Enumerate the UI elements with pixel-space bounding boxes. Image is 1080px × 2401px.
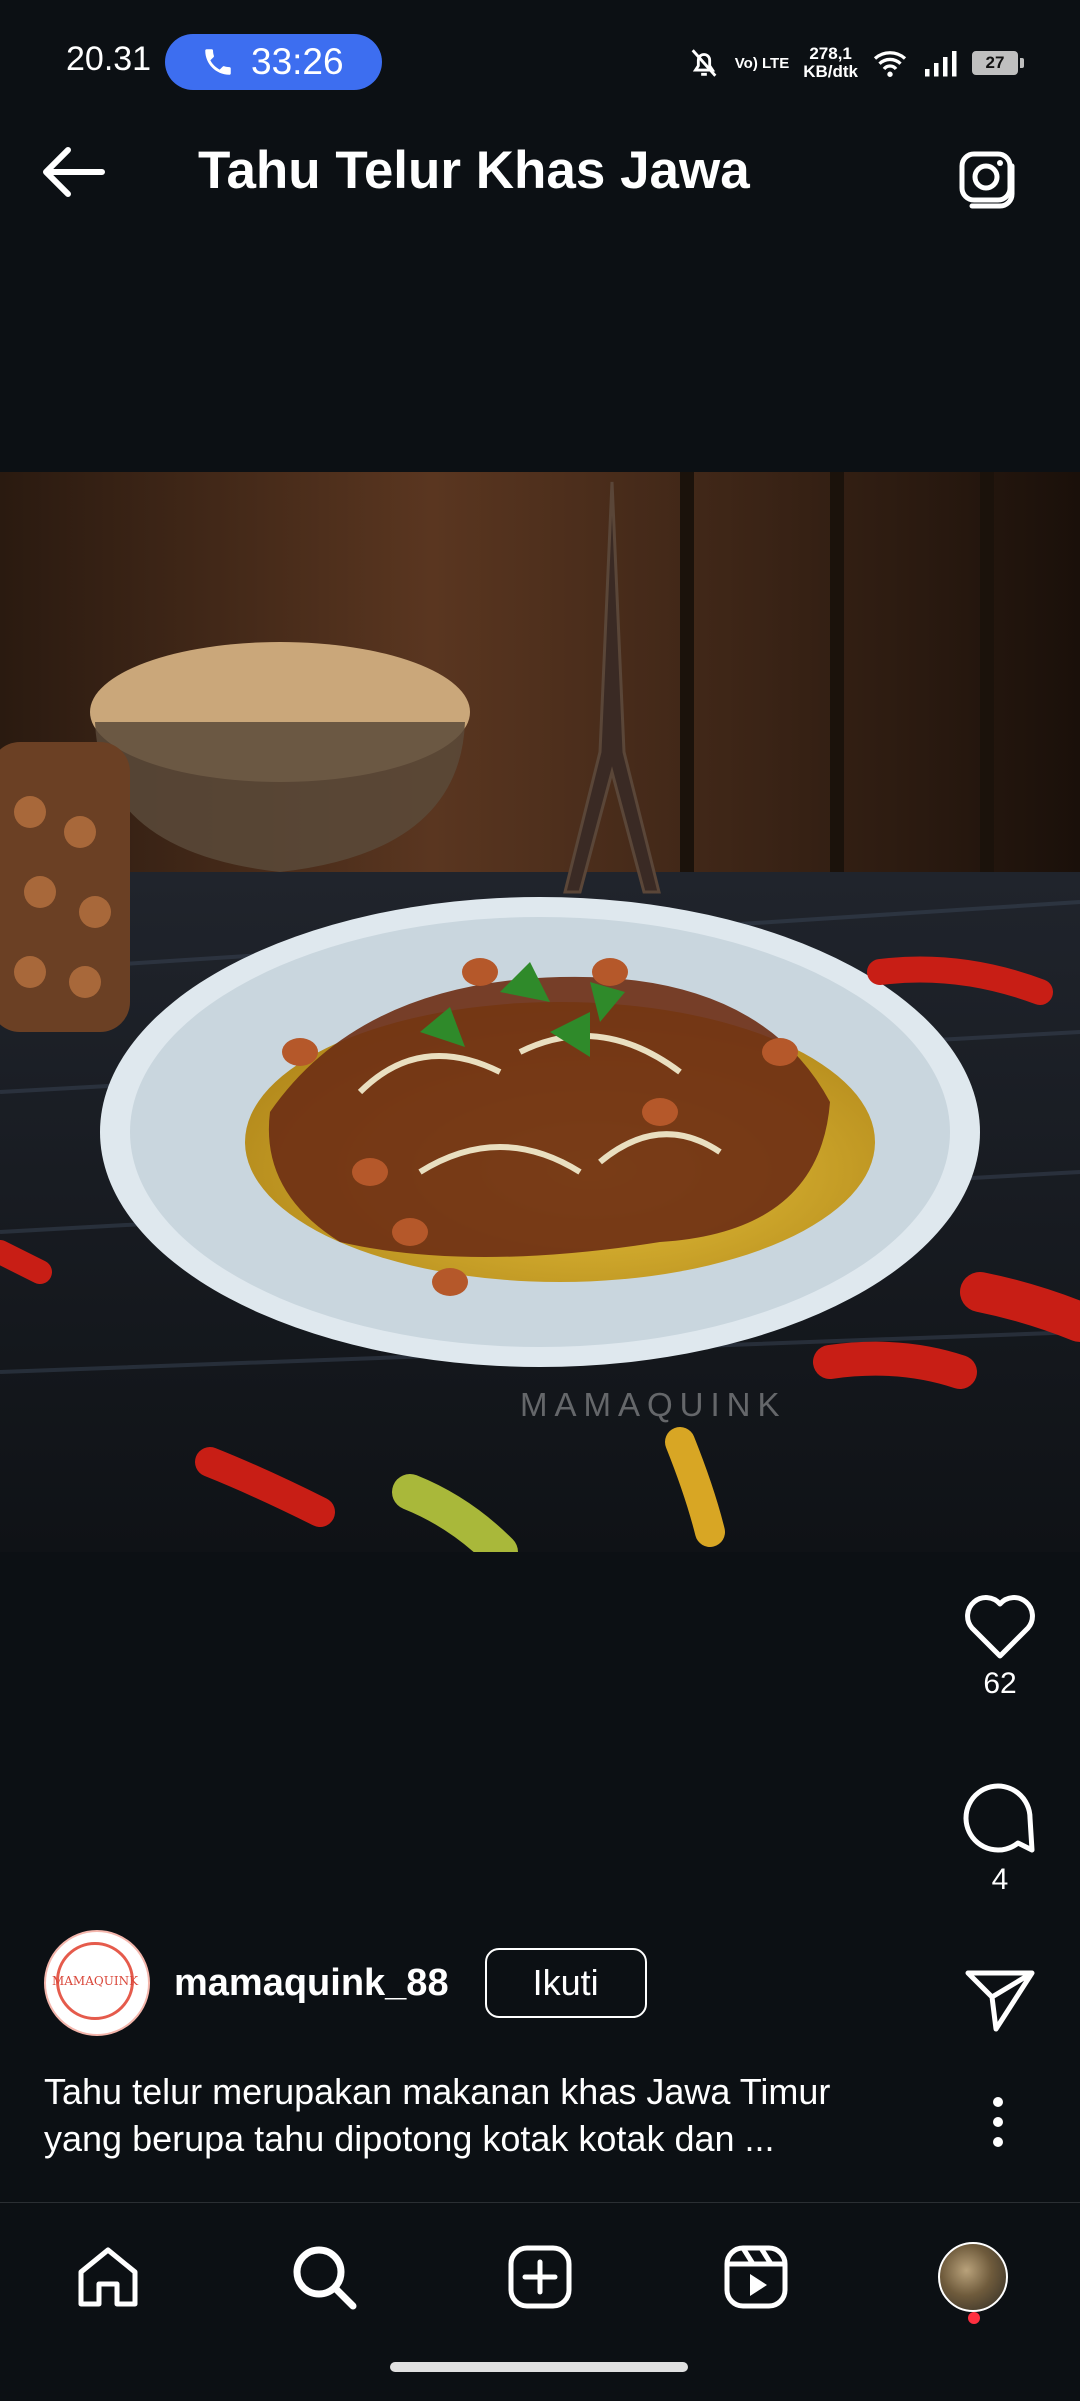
profile-notification-dot — [968, 2312, 980, 2324]
like-action[interactable]: 62 — [920, 1592, 1080, 1701]
post-header: Tahu Telur Khas Jawa — [0, 120, 1080, 224]
nav-reels[interactable] — [716, 2237, 796, 2317]
nav-search[interactable] — [284, 2237, 364, 2317]
follow-button[interactable]: Ikuti — [484, 1948, 647, 2018]
gesture-navigation-bar[interactable] — [390, 2362, 688, 2372]
more-vertical-icon — [993, 2097, 1003, 2147]
signal-icon — [925, 51, 957, 77]
more-options-button[interactable] — [978, 2092, 1018, 2152]
network-speed-unit: KB/dtk — [803, 62, 858, 81]
author-username[interactable]: mamaquink_88 — [174, 1962, 449, 2005]
back-button[interactable] — [38, 142, 118, 202]
avatar-logo: MAMAQUINK — [52, 1942, 138, 2020]
mute-bell-icon — [691, 49, 717, 77]
author-avatar[interactable]: MAMAQUINK — [44, 1930, 150, 2036]
nav-profile[interactable] — [933, 2237, 1013, 2317]
comment-bubble-icon — [963, 1783, 1035, 1853]
like-count: 62 — [983, 1667, 1017, 1700]
profile-avatar — [938, 2242, 1008, 2312]
wifi-icon — [873, 51, 907, 77]
ongoing-call-pill[interactable]: 33:26 — [165, 34, 382, 90]
camera-button[interactable] — [954, 142, 1024, 212]
author-row: MAMAQUINK mamaquink_88 Ikuti — [44, 1930, 647, 2036]
post-caption[interactable]: Tahu telur merupakan makanan khas Jawa T… — [44, 2068, 924, 2162]
search-icon — [293, 2246, 357, 2310]
comment-count: 4 — [991, 1863, 1009, 1896]
clock: 20.31 — [66, 40, 152, 78]
network-speed: 278,1 KB/dtk — [803, 45, 858, 81]
arrow-left-icon — [43, 147, 105, 197]
camera-icon — [959, 151, 1015, 209]
avatar-logo-text: MAMAQUINK — [51, 1974, 139, 1988]
home-icon — [78, 2247, 138, 2307]
caption-line: yang berupa tahu dipotong kotak kotak da… — [44, 2118, 775, 2159]
photo-watermark: MAMAQUINK — [520, 1386, 787, 1423]
comment-action[interactable]: 4 — [920, 1778, 1080, 1897]
nav-create[interactable] — [500, 2237, 580, 2317]
phone-icon — [205, 49, 231, 75]
nav-home[interactable] — [68, 2237, 148, 2317]
status-icons: Vo) LTE 278,1 KB/dtk 27 — [687, 40, 1024, 86]
heart-icon — [965, 1595, 1035, 1659]
call-timer: 33:26 — [251, 41, 344, 82]
volte-indicator: Vo) LTE — [734, 54, 790, 72]
battery-indicator: 27 — [972, 51, 1024, 75]
reels-icon — [724, 2245, 788, 2309]
send-icon — [965, 1970, 1035, 2032]
caption-line: Tahu telur merupakan makanan khas Jawa T… — [44, 2071, 831, 2112]
network-speed-value: 278,1 — [809, 44, 852, 63]
share-action[interactable] — [920, 1965, 1080, 2040]
create-icon — [508, 2245, 572, 2309]
status-bar: 20.31 33:26 Vo) LTE 278,1 KB/dtk 27 — [0, 0, 1080, 92]
page-title: Tahu Telur Khas Jawa — [198, 141, 750, 200]
